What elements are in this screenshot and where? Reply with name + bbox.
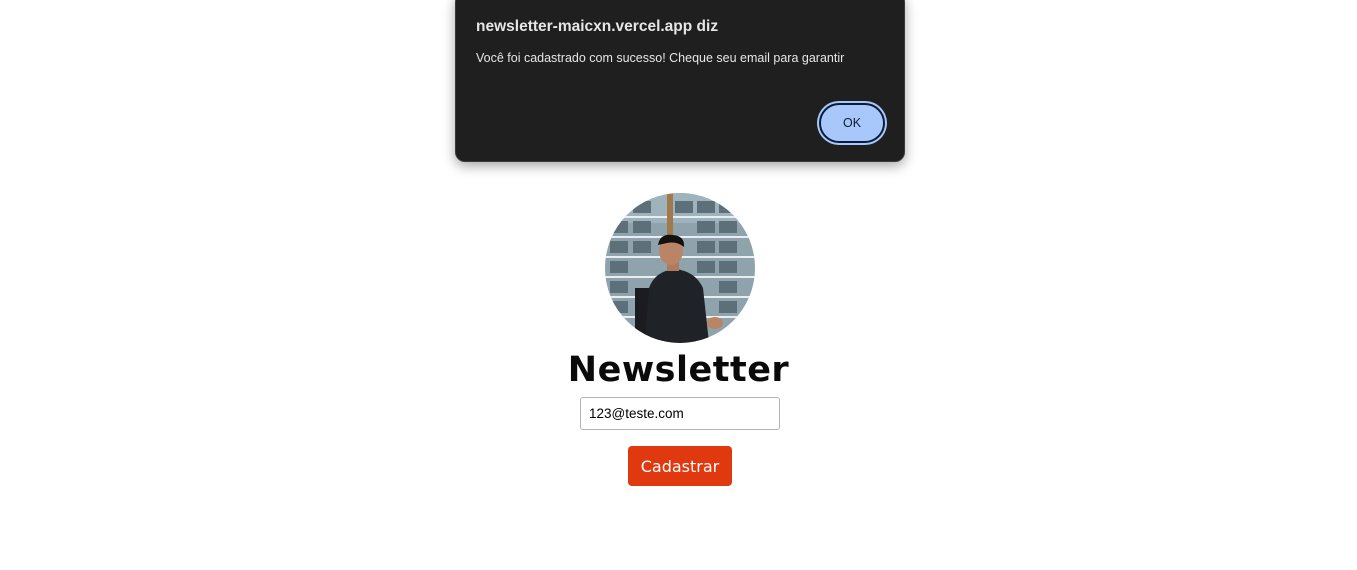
email-field[interactable] [580,397,780,430]
ok-button[interactable]: OK [819,103,885,143]
alert-message: Você foi cadastrado com sucesso! Cheque … [476,51,845,65]
page: newsletter-maicxn.vercel.app diz Você fo… [0,0,1357,570]
submit-button[interactable]: Cadastrar [628,446,732,486]
avatar-photo [605,193,755,343]
avatar [605,193,755,343]
alert-dialog: newsletter-maicxn.vercel.app diz Você fo… [455,0,905,162]
alert-title: newsletter-maicxn.vercel.app diz [476,18,719,35]
page-title: Newsletter [567,350,790,390]
